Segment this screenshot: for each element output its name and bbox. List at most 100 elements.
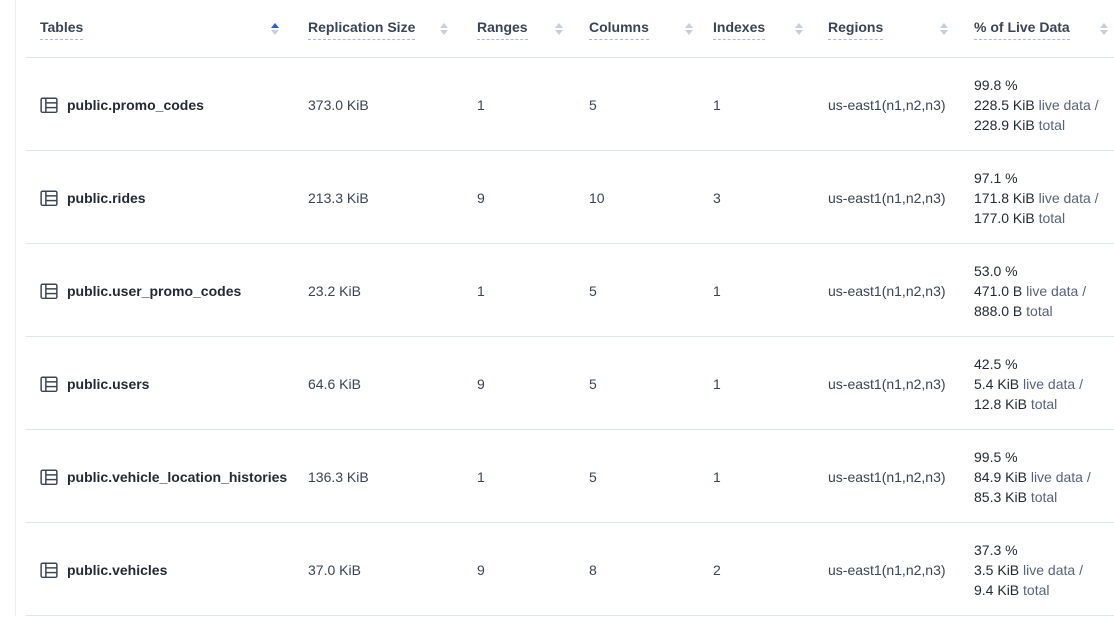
table-row: public.rides 213.3 KiB 9 10 3 us-east1(n… [16, 151, 1114, 244]
live-data-cell: 99.5 % 84.9 KiB live data / 85.3 KiB tot… [956, 447, 1114, 507]
columns-cell: 5 [571, 469, 701, 485]
live-size: 171.8 KiB [974, 190, 1035, 206]
live-percent: 99.5 % [974, 449, 1018, 465]
ranges-cell: 9 [456, 562, 571, 578]
total-size: 85.3 KiB [974, 489, 1027, 505]
replication-size-cell: 136.3 KiB [291, 469, 456, 485]
sort-asc-icon [271, 23, 279, 28]
column-header-indexes[interactable]: Indexes [701, 0, 811, 58]
ranges-cell: 1 [456, 97, 571, 113]
sort-icon [795, 23, 803, 35]
table-name-cell: public.vehicle_location_histories [16, 468, 291, 486]
regions-cell: us-east1(n1,n2,n3) [811, 190, 956, 206]
table-name-cell: public.users [16, 375, 291, 393]
regions-cell: us-east1(n1,n2,n3) [811, 376, 956, 392]
table-icon [40, 468, 58, 486]
total-size-suffix: total [1026, 303, 1052, 319]
ranges-cell: 9 [456, 376, 571, 392]
table-name-link[interactable]: public.rides [67, 190, 146, 206]
live-percent: 97.1 % [974, 170, 1018, 186]
total-size-suffix: total [1031, 396, 1057, 412]
columns-cell: 5 [571, 376, 701, 392]
sort-icon [1100, 23, 1108, 35]
table-row: public.users 64.6 KiB 9 5 1 us-east1(n1,… [16, 337, 1114, 430]
live-size-suffix: live data / [1023, 376, 1083, 392]
live-data-cell: 53.0 % 471.0 B live data / 888.0 B total [956, 261, 1114, 321]
live-percent: 53.0 % [974, 263, 1018, 279]
sort-icon [271, 23, 279, 35]
table-icon [40, 561, 58, 579]
table-name-link[interactable]: public.promo_codes [67, 97, 204, 113]
total-size-suffix: total [1039, 210, 1065, 226]
column-header-label: Columns [589, 19, 649, 40]
table-name-link[interactable]: public.vehicles [67, 562, 167, 578]
live-size: 5.4 KiB [974, 376, 1019, 392]
table-icon [40, 282, 58, 300]
replication-size-cell: 37.0 KiB [291, 562, 456, 578]
table-name-link[interactable]: public.user_promo_codes [67, 283, 241, 299]
live-size-suffix: live data / [1031, 469, 1091, 485]
sort-desc-icon [1100, 30, 1108, 35]
sort-asc-icon [940, 23, 948, 28]
ranges-cell: 1 [456, 283, 571, 299]
replication-size-cell: 213.3 KiB [291, 190, 456, 206]
total-size: 9.4 KiB [974, 582, 1019, 598]
column-header-label: Indexes [713, 19, 765, 40]
sort-desc-icon [271, 30, 279, 35]
indexes-cell: 1 [701, 97, 811, 113]
sort-icon [940, 23, 948, 35]
column-header-replication-size[interactable]: Replication Size [291, 0, 456, 58]
columns-cell: 5 [571, 97, 701, 113]
regions-cell: us-east1(n1,n2,n3) [811, 562, 956, 578]
total-size: 888.0 B [974, 303, 1022, 319]
live-size: 228.5 KiB [974, 97, 1035, 113]
column-header-label: Ranges [477, 19, 528, 40]
column-header-label: % of Live Data [974, 19, 1070, 40]
sort-desc-icon [940, 30, 948, 35]
table-row: public.user_promo_codes 23.2 KiB 1 5 1 u… [16, 244, 1114, 337]
column-header-regions[interactable]: Regions [811, 0, 956, 58]
table-header-row: Tables Replication Size Ranges Columns I… [16, 0, 1114, 58]
table-row: public.vehicles 37.0 KiB 9 8 2 us-east1(… [16, 523, 1114, 616]
indexes-cell: 2 [701, 562, 811, 578]
column-header-columns[interactable]: Columns [571, 0, 701, 58]
table-row: public.promo_codes 373.0 KiB 1 5 1 us-ea… [16, 58, 1114, 151]
column-header-ranges[interactable]: Ranges [456, 0, 571, 58]
live-size: 3.5 KiB [974, 562, 1019, 578]
live-percent: 99.8 % [974, 77, 1018, 93]
sort-asc-icon [795, 23, 803, 28]
indexes-cell: 3 [701, 190, 811, 206]
regions-cell: us-east1(n1,n2,n3) [811, 283, 956, 299]
table-name-cell: public.vehicles [16, 561, 291, 579]
column-header-live-data[interactable]: % of Live Data [956, 0, 1114, 58]
live-percent: 42.5 % [974, 356, 1018, 372]
sort-icon [555, 23, 563, 35]
live-data-cell: 42.5 % 5.4 KiB live data / 12.8 KiB tota… [956, 354, 1114, 414]
column-header-label: Regions [828, 19, 883, 40]
live-size: 471.0 B [974, 283, 1022, 299]
sort-desc-icon [685, 30, 693, 35]
columns-cell: 5 [571, 283, 701, 299]
table-name-link[interactable]: public.users [67, 376, 149, 392]
regions-cell: us-east1(n1,n2,n3) [811, 469, 956, 485]
column-header-tables[interactable]: Tables [16, 0, 291, 58]
total-size-suffix: total [1039, 117, 1065, 133]
live-size: 84.9 KiB [974, 469, 1027, 485]
table-icon [40, 189, 58, 207]
live-data-cell: 99.8 % 228.5 KiB live data / 228.9 KiB t… [956, 75, 1114, 135]
table-name-link[interactable]: public.vehicle_location_histories [67, 469, 287, 485]
sort-desc-icon [555, 30, 563, 35]
table-icon [40, 96, 58, 114]
ranges-cell: 9 [456, 190, 571, 206]
sort-desc-icon [440, 30, 448, 35]
table-name-cell: public.rides [16, 189, 291, 207]
table-name-cell: public.user_promo_codes [16, 282, 291, 300]
total-size-suffix: total [1023, 582, 1049, 598]
tables-list-card: Tables Replication Size Ranges Columns I… [15, 0, 1114, 616]
regions-cell: us-east1(n1,n2,n3) [811, 97, 956, 113]
replication-size-cell: 373.0 KiB [291, 97, 456, 113]
column-header-label: Replication Size [308, 19, 415, 40]
sort-asc-icon [440, 23, 448, 28]
sort-desc-icon [795, 30, 803, 35]
live-size-suffix: live data / [1039, 97, 1099, 113]
